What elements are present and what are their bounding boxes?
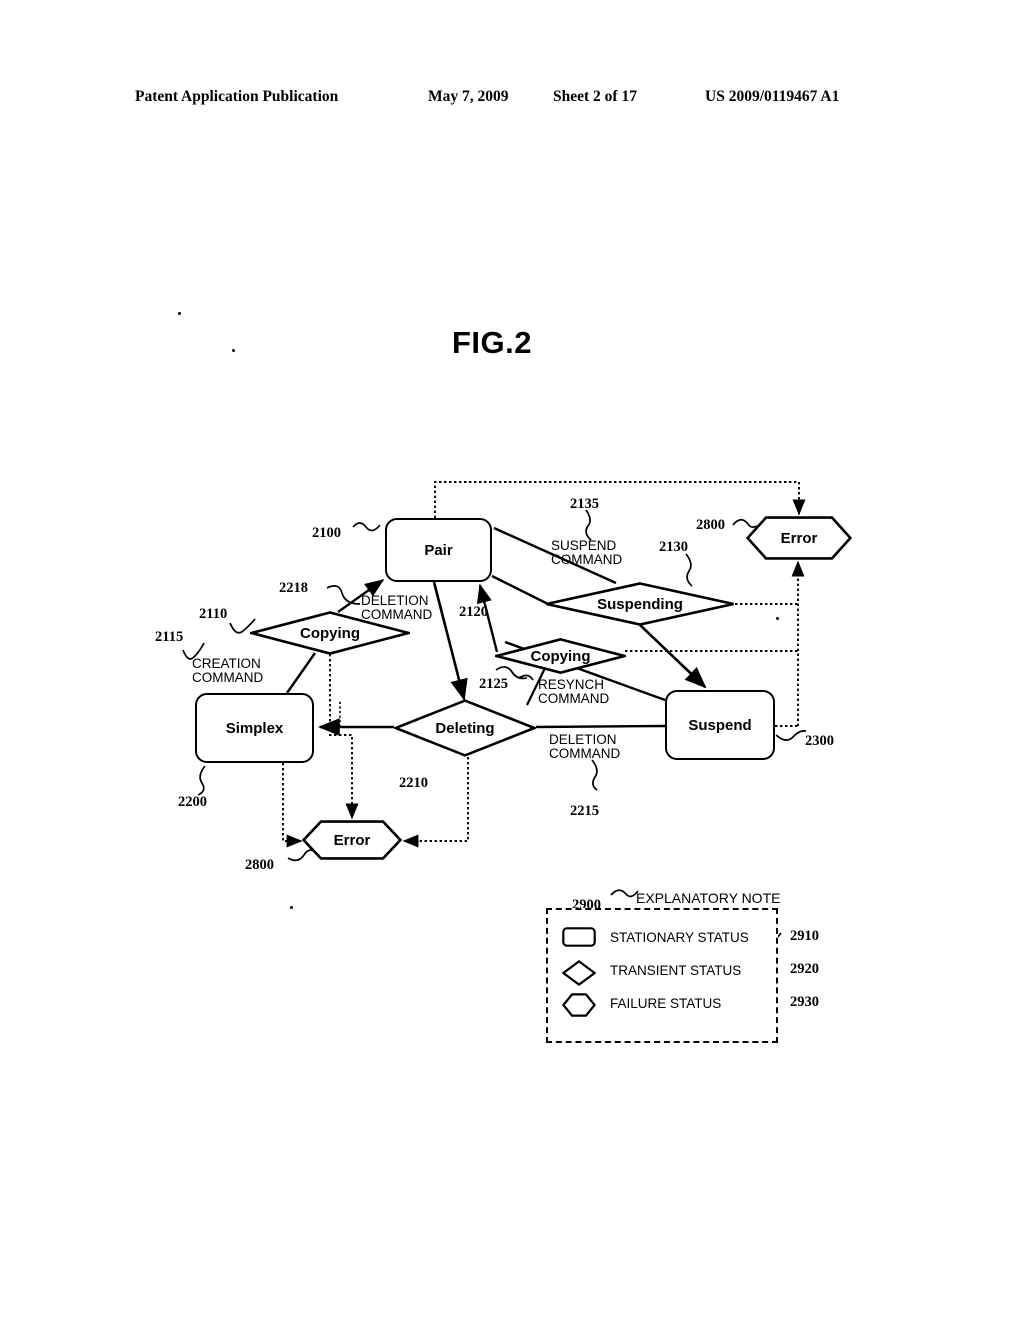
command-resynch-line1: RESYNCH [538,677,605,692]
command-resynch: RESYNCH COMMAND [538,678,609,706]
node-simplex-label: Simplex [225,719,284,737]
node-suspending-label: Suspending [597,595,683,613]
legend-label-stationary: STATIONARY STATUS [610,929,749,945]
ref-2130: 2130 [659,539,688,555]
command-deletion-a-line1: DELETION [361,593,429,608]
edge-simplex-to-copying-a [286,652,316,694]
diamond-icon [562,960,596,986]
node-error-top-label: Error [780,529,818,547]
node-simplex[interactable]: Simplex [195,693,314,763]
node-pair[interactable]: Pair [385,518,492,582]
legend-row-transient: TRANSIENT STATUS [562,955,742,986]
command-creation-line2: COMMAND [192,669,264,685]
edge-suspending-to-suspend [639,624,707,689]
ref-2930: 2930 [790,994,819,1010]
state-diagram: Pair Simplex Suspend Copying Copying Sus… [0,0,1024,1320]
node-error-bottom[interactable]: Error [302,820,402,860]
node-suspend-label: Suspend [688,716,752,734]
node-deleting[interactable]: Deleting [394,699,536,757]
ref-2115: 2115 [155,629,184,645]
ref-2200: 2200 [178,794,207,810]
legend-row-failure: FAILURE STATUS [562,988,721,1018]
edge-pair-to-error-top [434,481,806,518]
ref-2210: 2210 [399,775,428,791]
ref-2110: 2110 [199,606,228,622]
command-suspend-line1: SUSPEND [551,538,617,553]
edge-copying-a-to-error-bottom [329,654,359,820]
hexagon-icon [562,993,596,1017]
patent-page: Patent Application Publication May 7, 20… [0,0,1024,1320]
edge-simplex-to-error-bottom [282,763,303,848]
legend-box: STATIONARY STATUS TRANSIENT STATUS FAILU… [546,908,778,1043]
command-creation: CREATION COMMAND [192,657,263,685]
ref-2800-top: 2800 [696,517,725,533]
ref-2135: 2135 [570,496,599,512]
ref-2300: 2300 [805,733,834,749]
ref-2910: 2910 [790,928,819,944]
command-deletion-b-line2: COMMAND [549,745,621,761]
ref-2800-bottom: 2800 [245,857,274,873]
node-copying-a-label: Copying [300,624,360,642]
command-creation-line1: CREATION [192,656,261,671]
node-error-bottom-label: Error [333,831,371,849]
command-suspend-line2: COMMAND [551,551,623,567]
node-copying-b[interactable]: Copying [495,638,626,674]
command-deletion-a: DELETION COMMAND [361,594,432,622]
command-suspend: SUSPEND COMMAND [551,539,622,567]
command-deletion-a-line2: COMMAND [361,606,433,622]
ref-2218: 2218 [279,580,308,596]
edge-deleting-to-error-bottom [402,757,469,848]
node-suspending[interactable]: Suspending [545,582,735,626]
node-error-top[interactable]: Error [746,516,852,560]
ref-2215: 2215 [570,803,599,819]
edge-pair-to-suspending [491,574,549,606]
node-deleting-label: Deleting [435,719,495,737]
legend-title: EXPLANATORY NOTE [636,890,781,906]
command-deletion-b: DELETION COMMAND [549,733,620,761]
edge-pair-to-deleting [432,581,468,702]
ref-2125: 2125 [479,676,508,692]
command-resynch-line2: COMMAND [538,690,610,706]
command-deletion-b-line1: DELETION [549,732,617,747]
edge-suspend-to-deleting [535,724,666,729]
legend-row-stationary: STATIONARY STATUS [562,922,749,952]
node-copying-b-label: Copying [530,647,591,665]
node-pair-label: Pair [424,541,453,559]
ref-2100: 2100 [312,525,341,541]
rounded-rectangle-icon [562,927,596,947]
ref-2120: 2120 [459,604,488,620]
legend-label-transient: TRANSIENT STATUS [610,962,742,978]
ref-2920: 2920 [790,961,819,977]
node-suspend[interactable]: Suspend [665,690,775,760]
legend-label-failure: FAILURE STATUS [610,995,722,1011]
